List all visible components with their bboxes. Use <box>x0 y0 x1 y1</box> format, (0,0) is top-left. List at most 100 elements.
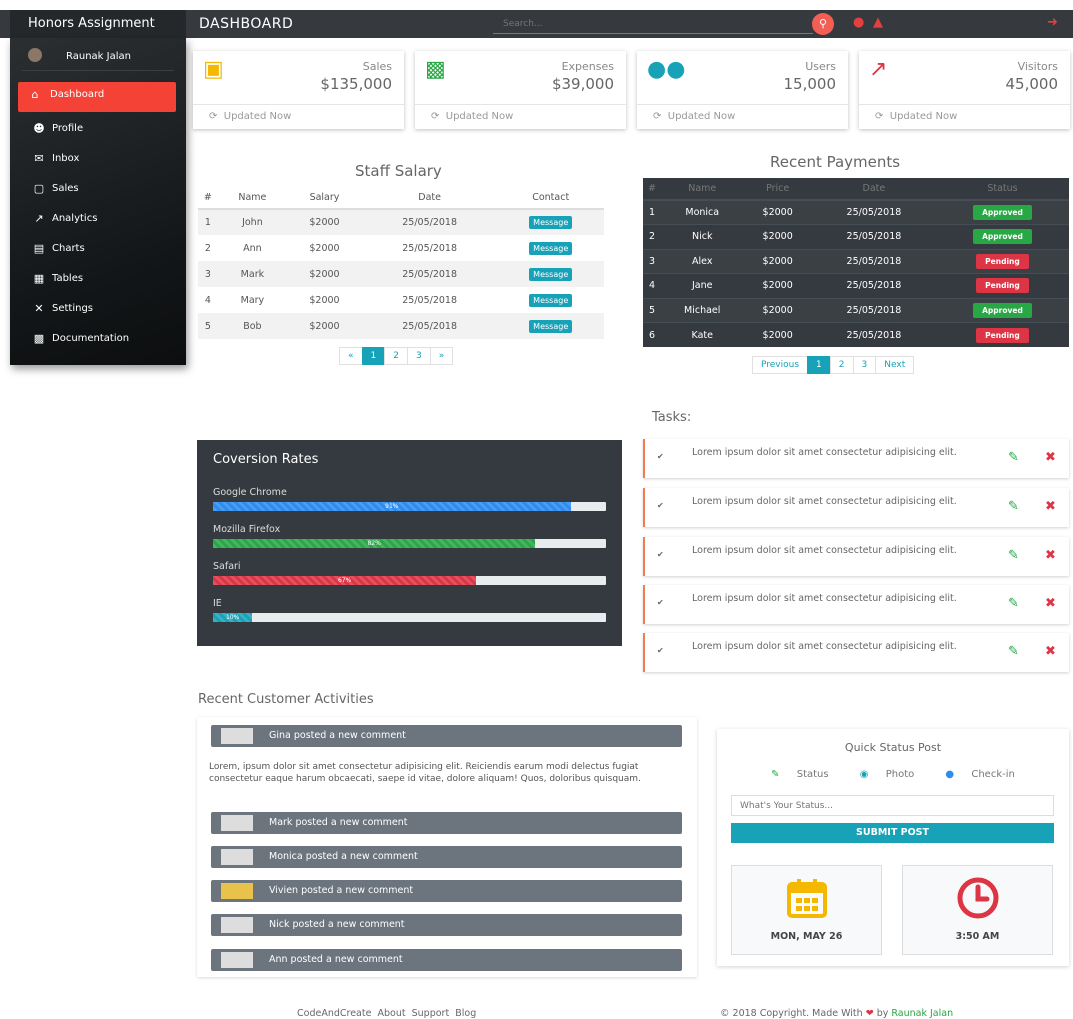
brand-title[interactable]: Honors Assignment <box>10 10 186 38</box>
page-2[interactable]: 2 <box>829 356 854 374</box>
activity-item[interactable]: Nick posted a new comment <box>211 914 682 936</box>
footer-links: CodeAndCreate About Support Blog <box>297 1008 476 1019</box>
sidebar-item-documentation[interactable]: ▩ Documentation <box>10 326 186 356</box>
cell: 25/05/2018 <box>811 248 936 274</box>
sidebar-item-profile[interactable]: ☻ Profile <box>10 116 186 146</box>
comments-icon[interactable]: ● <box>853 15 864 30</box>
table-row: 5 Bob $2000 25/05/2018 Message <box>198 313 604 339</box>
trash-icon[interactable]: ✖ <box>1045 548 1056 563</box>
page-1[interactable]: 1 <box>807 356 831 374</box>
sidebar-item-inbox[interactable]: ✉ Inbox <box>10 146 186 176</box>
expenses-card: ▩ Expenses $39,000 ⟳ Updated Now <box>415 51 626 129</box>
cell: Message <box>497 209 604 235</box>
trash-icon[interactable]: ✖ <box>1045 596 1056 611</box>
author-link[interactable]: Raunak Jalan <box>891 1008 953 1019</box>
wrench-icon: ✕ <box>34 302 44 315</box>
refresh-icon: ⟳ <box>653 111 662 122</box>
cell: Pending <box>935 322 1069 347</box>
cell: Monica <box>661 199 744 225</box>
photo-option[interactable]: ◉ Photo <box>853 769 921 780</box>
progress-label: Google Chrome <box>213 487 287 498</box>
page-3[interactable]: 3 <box>852 356 877 374</box>
check-icon[interactable]: ✔ <box>657 452 664 461</box>
cell: $2000 <box>743 273 812 298</box>
page-next[interactable]: » <box>429 347 454 365</box>
edit-icon[interactable]: ✎ <box>1008 596 1019 611</box>
cell: 25/05/2018 <box>811 273 936 298</box>
footer-link[interactable]: Support <box>412 1008 450 1019</box>
activity-item[interactable]: Ann posted a new comment <box>211 949 682 971</box>
page-1[interactable]: 1 <box>361 347 386 365</box>
staff-salary-title: Staff Salary <box>355 162 442 180</box>
sidebar-item-label: Sales <box>52 183 79 194</box>
activity-item[interactable]: Vivien posted a new comment <box>211 880 682 902</box>
cell: $2000 <box>287 209 362 235</box>
cell: 2 <box>643 224 662 249</box>
sidebar-item-analytics[interactable]: ↗ Analytics <box>10 206 186 236</box>
calendar-icon <box>787 879 827 918</box>
trash-icon[interactable]: ✖ <box>1045 499 1056 514</box>
activity-item[interactable]: Gina posted a new comment <box>211 725 682 747</box>
activity-item[interactable]: Mark posted a new comment <box>211 812 682 834</box>
table-row: 1 John $2000 25/05/2018 Message <box>198 209 604 235</box>
search-input[interactable] <box>493 15 813 34</box>
page-2[interactable]: 2 <box>384 347 408 365</box>
cell: Message <box>497 313 604 339</box>
sidebar-item-dashboard[interactable]: ⌂ Dashboard <box>18 82 176 112</box>
user-alert-icon[interactable]: ▲ <box>873 15 883 30</box>
sidebar-item-charts[interactable]: ▤ Charts <box>10 236 186 266</box>
column-header: Contact <box>497 186 604 210</box>
table-row: 3 Alex $2000 25/05/2018 Pending <box>643 248 1069 274</box>
cell: Approved <box>935 199 1069 225</box>
check-icon[interactable]: ✔ <box>657 646 664 655</box>
sidebar-item-sales[interactable]: ▢ Sales <box>10 176 186 206</box>
check-icon[interactable]: ✔ <box>657 550 664 559</box>
quick-status-panel: Quick Status Post ✎ Status ◉ Photo ● Che… <box>717 729 1069 966</box>
status-input[interactable] <box>731 795 1054 816</box>
progress-fill: 67% <box>213 576 477 585</box>
column-header: Date <box>361 186 498 210</box>
status-option[interactable]: ✎ Status <box>764 769 835 780</box>
edit-icon[interactable]: ✎ <box>1008 499 1019 514</box>
footer-link[interactable]: About <box>377 1008 405 1019</box>
sidebar-item-label: Settings <box>52 303 94 314</box>
message-button[interactable]: Message <box>529 216 573 229</box>
page-title: DASHBOARD <box>199 16 294 32</box>
message-button[interactable]: Message <box>529 267 573 281</box>
message-button[interactable]: Message <box>529 241 573 255</box>
sidebar-user[interactable]: Raunak Jalan <box>22 38 174 71</box>
edit-icon[interactable]: ✎ <box>1008 644 1019 659</box>
message-button[interactable]: Message <box>529 319 573 333</box>
footer-link[interactable]: CodeAndCreate <box>297 1008 371 1019</box>
page-next[interactable]: Next <box>875 356 915 374</box>
search-button[interactable]: ⚲ <box>812 13 834 35</box>
edit-icon[interactable]: ✎ <box>1008 548 1019 563</box>
trash-icon[interactable]: ✖ <box>1045 450 1056 465</box>
users-card: ●● Users 15,000 ⟳ Updated Now <box>637 51 848 129</box>
task-item: ✔ Lorem ipsum dolor sit amet consectetur … <box>643 488 1069 527</box>
visitors-card: ↗ Visitors 45,000 ⟳ Updated Now <box>859 51 1070 129</box>
message-button[interactable]: Message <box>529 293 573 307</box>
page-3[interactable]: 3 <box>406 347 431 365</box>
sidebar-item-label: Charts <box>52 243 85 254</box>
activity-item[interactable]: Monica posted a new comment <box>211 846 682 868</box>
cell: Bob <box>217 313 288 339</box>
page-prev[interactable]: « <box>339 347 363 365</box>
submit-post-button[interactable]: SUBMIT POST <box>731 823 1054 843</box>
edit-icon[interactable]: ✎ <box>1008 450 1019 465</box>
cell: Pending <box>935 248 1069 274</box>
check-icon[interactable]: ✔ <box>657 598 664 607</box>
card-footer: ⟳ Updated Now <box>193 104 404 129</box>
card-value: 45,000 <box>1005 75 1059 93</box>
logout-icon[interactable]: ➜ <box>1047 15 1058 30</box>
activity-text: Mark posted a new comment <box>269 817 408 828</box>
table-row: 4 Mary $2000 25/05/2018 Message <box>198 287 604 313</box>
sidebar-item-settings[interactable]: ✕ Settings <box>10 296 186 326</box>
sidebar-item-tables[interactable]: ▦ Tables <box>10 266 186 296</box>
footer-link[interactable]: Blog <box>455 1008 476 1019</box>
trash-icon[interactable]: ✖ <box>1045 644 1056 659</box>
check-icon[interactable]: ✔ <box>657 501 664 510</box>
area-chart-icon: ↗ <box>34 212 44 225</box>
page-prev[interactable]: Previous <box>752 356 809 374</box>
checkin-option[interactable]: ● Check-in <box>938 769 1021 780</box>
